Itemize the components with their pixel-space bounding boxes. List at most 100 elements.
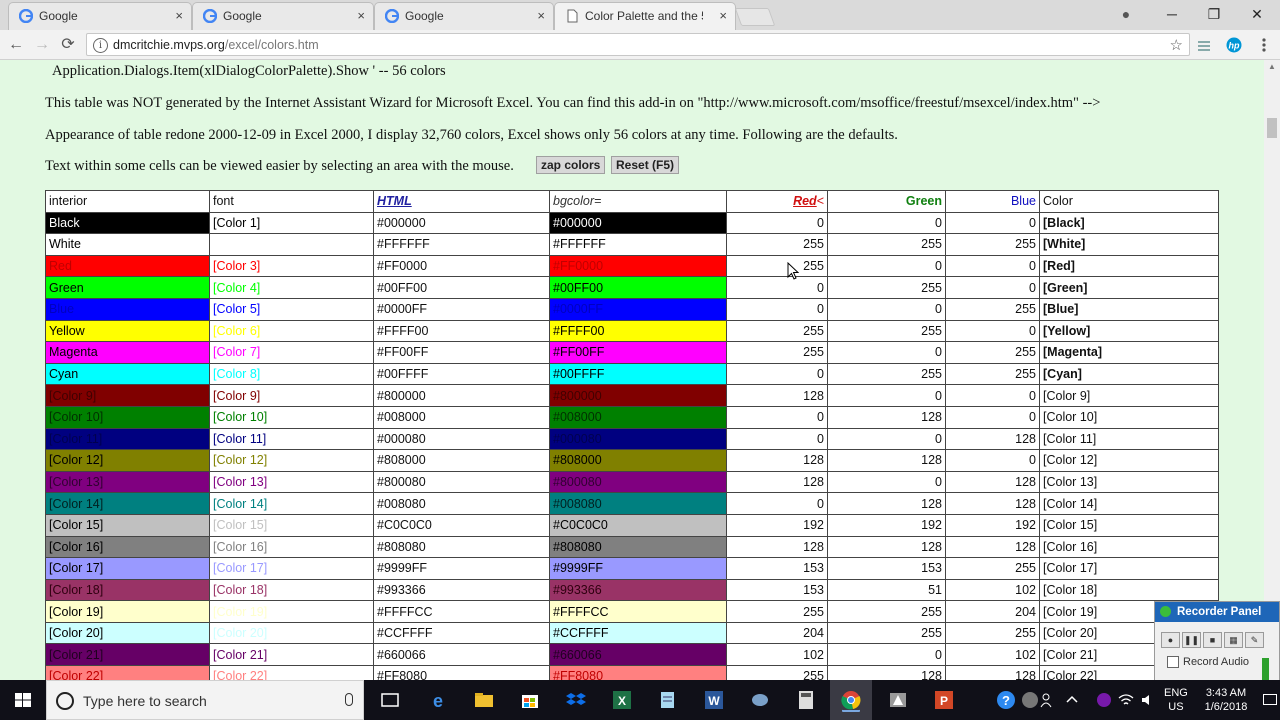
color-name-cell: [Black]	[1039, 211, 1219, 235]
wifi-icon[interactable]	[1118, 692, 1134, 708]
generic-app-icon[interactable]	[1020, 690, 1040, 710]
microphone-icon[interactable]	[345, 693, 353, 706]
menu-icon[interactable]	[1256, 37, 1272, 53]
red-cell: 255	[726, 600, 828, 623]
url-path: /excel/colors.htm	[224, 38, 319, 52]
header-red-link[interactable]: Red	[793, 194, 817, 208]
close-tab-icon[interactable]: ×	[537, 8, 545, 23]
red-cell: 255	[726, 233, 828, 256]
blue-cell: 255	[945, 621, 1040, 645]
forward-button[interactable]: →	[32, 35, 52, 55]
help-icon[interactable]: ?	[996, 690, 1016, 710]
edge-icon[interactable]: e	[428, 690, 448, 710]
pen-button[interactable]: ✎	[1245, 632, 1264, 648]
header-html[interactable]: HTML	[373, 190, 550, 213]
people-icon[interactable]	[1040, 692, 1056, 708]
profile-icon[interactable]: ●	[1111, 4, 1141, 24]
bgcolor-cell: #FF00FF	[549, 341, 727, 364]
interior-cell: Yellow	[45, 319, 210, 343]
task-view-icon[interactable]	[380, 690, 400, 710]
header-red[interactable]: Red<	[726, 190, 828, 213]
record-audio-option[interactable]: Record Audio	[1167, 656, 1249, 669]
browser-tab-google-2[interactable]: Google ×	[192, 2, 374, 30]
app-tool-icon[interactable]	[750, 690, 770, 710]
language-indicator[interactable]: ENG US	[1164, 686, 1188, 714]
scroll-up-arrow-icon[interactable]: ▲	[1264, 60, 1280, 74]
pause-button[interactable]: ❚❚	[1182, 632, 1201, 648]
page-favicon-icon	[567, 9, 578, 23]
excel-icon[interactable]: X	[612, 690, 632, 710]
camtasia-icon[interactable]	[888, 690, 908, 710]
blue-cell: 0	[945, 254, 1040, 278]
reset-button[interactable]: Reset (F5)	[611, 156, 680, 174]
vertical-scrollbar[interactable]: ▲	[1264, 60, 1280, 680]
chrome-icon[interactable]	[841, 690, 861, 710]
url-host: dmcritchie.mvps.org	[113, 38, 225, 52]
table-row: [Color 17] [Color 17] #9999FF #9999FF 153 153…	[45, 557, 1219, 580]
volume-icon[interactable]	[1140, 692, 1156, 708]
page-content: Application.Dialogs.Item(xlDialogColorPa…	[0, 60, 1264, 680]
file-explorer-icon[interactable]	[474, 690, 494, 710]
interior-cell: [Color 10]	[45, 405, 210, 429]
font-cell: [Color 17]	[209, 557, 374, 580]
store-icon[interactable]	[520, 690, 540, 710]
address-bar[interactable]: i dmcritchie.mvps.org/excel/colors.htm ☆	[86, 33, 1190, 56]
word-icon[interactable]: W	[704, 690, 724, 710]
bgcolor-cell: #008000	[549, 405, 727, 429]
html-cell: #FFFF00	[373, 319, 550, 343]
dropbox-icon[interactable]	[566, 690, 586, 710]
html-cell: #800000	[373, 384, 550, 407]
green-cell: 128	[827, 665, 946, 680]
browser-tab-google-1[interactable]: Google ×	[8, 2, 192, 30]
reload-button[interactable]: ⟳	[58, 35, 78, 55]
color-name-cell: [Color 17]	[1039, 557, 1219, 580]
close-window-button[interactable]: ✕	[1242, 4, 1272, 24]
recorder-title-bar[interactable]: Recorder Panel	[1155, 602, 1279, 622]
restore-button[interactable]: ❐	[1199, 4, 1229, 24]
clock[interactable]: 3:43 AM 1/6/2018	[1198, 686, 1254, 714]
show-hidden-icons-icon[interactable]	[1064, 692, 1080, 708]
red-cell: 255	[726, 254, 828, 278]
font-cell: [Color 9]	[209, 384, 374, 407]
settings-button[interactable]: ▦	[1224, 632, 1243, 648]
bgcolor-cell: #CCFFFF	[549, 621, 727, 645]
html-cell: #808000	[373, 449, 550, 472]
close-tab-icon[interactable]: ×	[175, 8, 183, 23]
recorder-panel[interactable]: Recorder Panel ● ❚❚ ■ ▦ ✎ Record Audio	[1154, 601, 1280, 691]
extension-grid-icon[interactable]	[1196, 37, 1212, 53]
green-cell: 153	[827, 557, 946, 580]
hp-extension-icon[interactable]: hp	[1226, 37, 1242, 53]
color-name-cell: [Color 11]	[1039, 427, 1219, 451]
appearance-paragraph: Appearance of table redone 2000-12-09 in…	[45, 127, 898, 143]
record-audio-checkbox[interactable]	[1167, 656, 1179, 669]
calculator-icon[interactable]	[796, 690, 816, 710]
header-html-link[interactable]: HTML	[377, 194, 412, 208]
interior-cell: [Color 11]	[45, 427, 210, 451]
close-tab-icon[interactable]: ×	[719, 8, 727, 23]
browser-tab-color-palette[interactable]: Color Palette and the 56 ×	[554, 2, 736, 30]
record-button[interactable]: ●	[1161, 632, 1180, 648]
bgcolor-cell: #FFFFFF	[549, 233, 727, 256]
font-cell: [Color 15]	[209, 513, 374, 537]
scrollbar-thumb[interactable]	[1267, 118, 1277, 138]
interior-cell: [Color 20]	[45, 621, 210, 645]
windows-start-icon[interactable]	[0, 680, 46, 720]
zap-colors-button[interactable]: zap colors	[536, 156, 606, 174]
color-name-cell: [Red]	[1039, 254, 1219, 278]
taskbar-search-box[interactable]: Type here to search	[46, 680, 364, 720]
stop-button[interactable]: ■	[1203, 632, 1222, 648]
font-cell: [Color 6]	[209, 319, 374, 343]
close-tab-icon[interactable]: ×	[357, 8, 365, 23]
action-center-icon[interactable]	[1262, 692, 1278, 708]
site-info-icon[interactable]: i	[93, 38, 108, 53]
svg-text:hp: hp	[1229, 41, 1240, 51]
onenote-tray-icon[interactable]	[1096, 692, 1112, 708]
recorder-logo-icon	[1160, 606, 1171, 617]
bookmark-star-icon[interactable]: ☆	[1170, 36, 1183, 54]
browser-tab-google-3[interactable]: Google ×	[374, 2, 554, 30]
new-tab-button[interactable]	[734, 8, 776, 26]
back-button[interactable]: ←	[6, 35, 26, 55]
notepad-icon[interactable]	[658, 690, 678, 710]
minimize-button[interactable]: ─	[1157, 4, 1187, 24]
powerpoint-icon[interactable]: P	[934, 690, 954, 710]
